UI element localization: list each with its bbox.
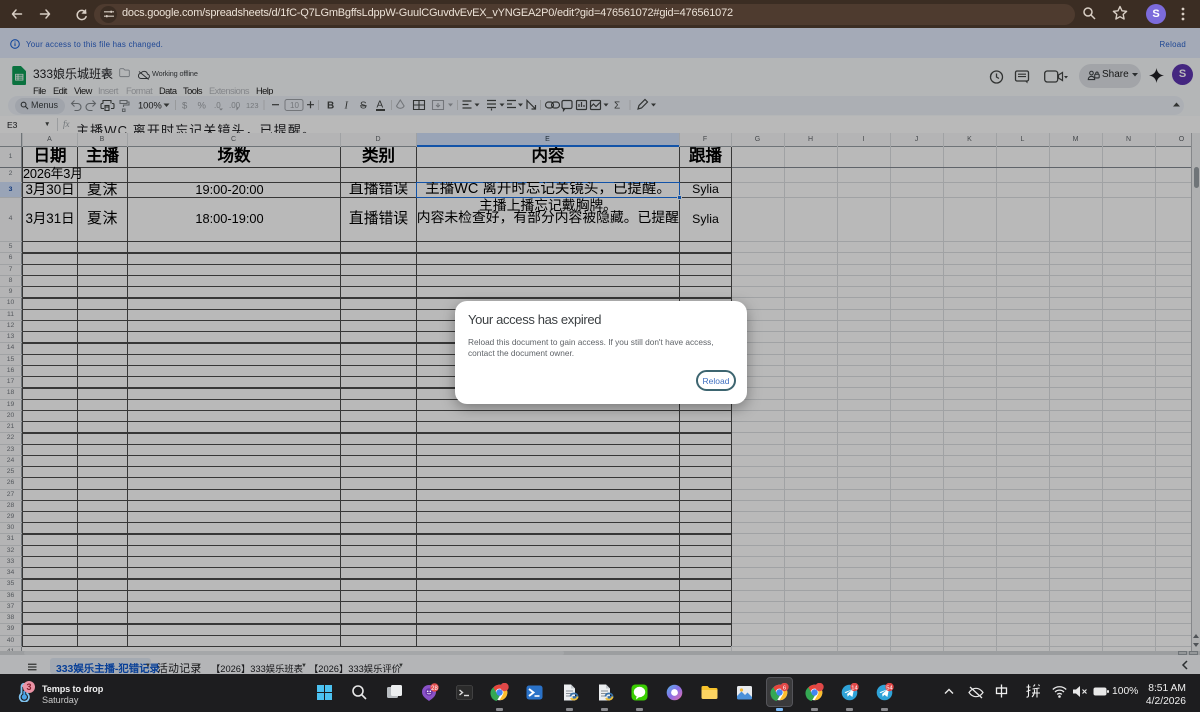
svg-text:6: 6: [783, 685, 786, 691]
svg-text:54: 54: [886, 685, 893, 691]
svg-text:14: 14: [851, 685, 858, 691]
svg-text:28: 28: [431, 686, 438, 692]
